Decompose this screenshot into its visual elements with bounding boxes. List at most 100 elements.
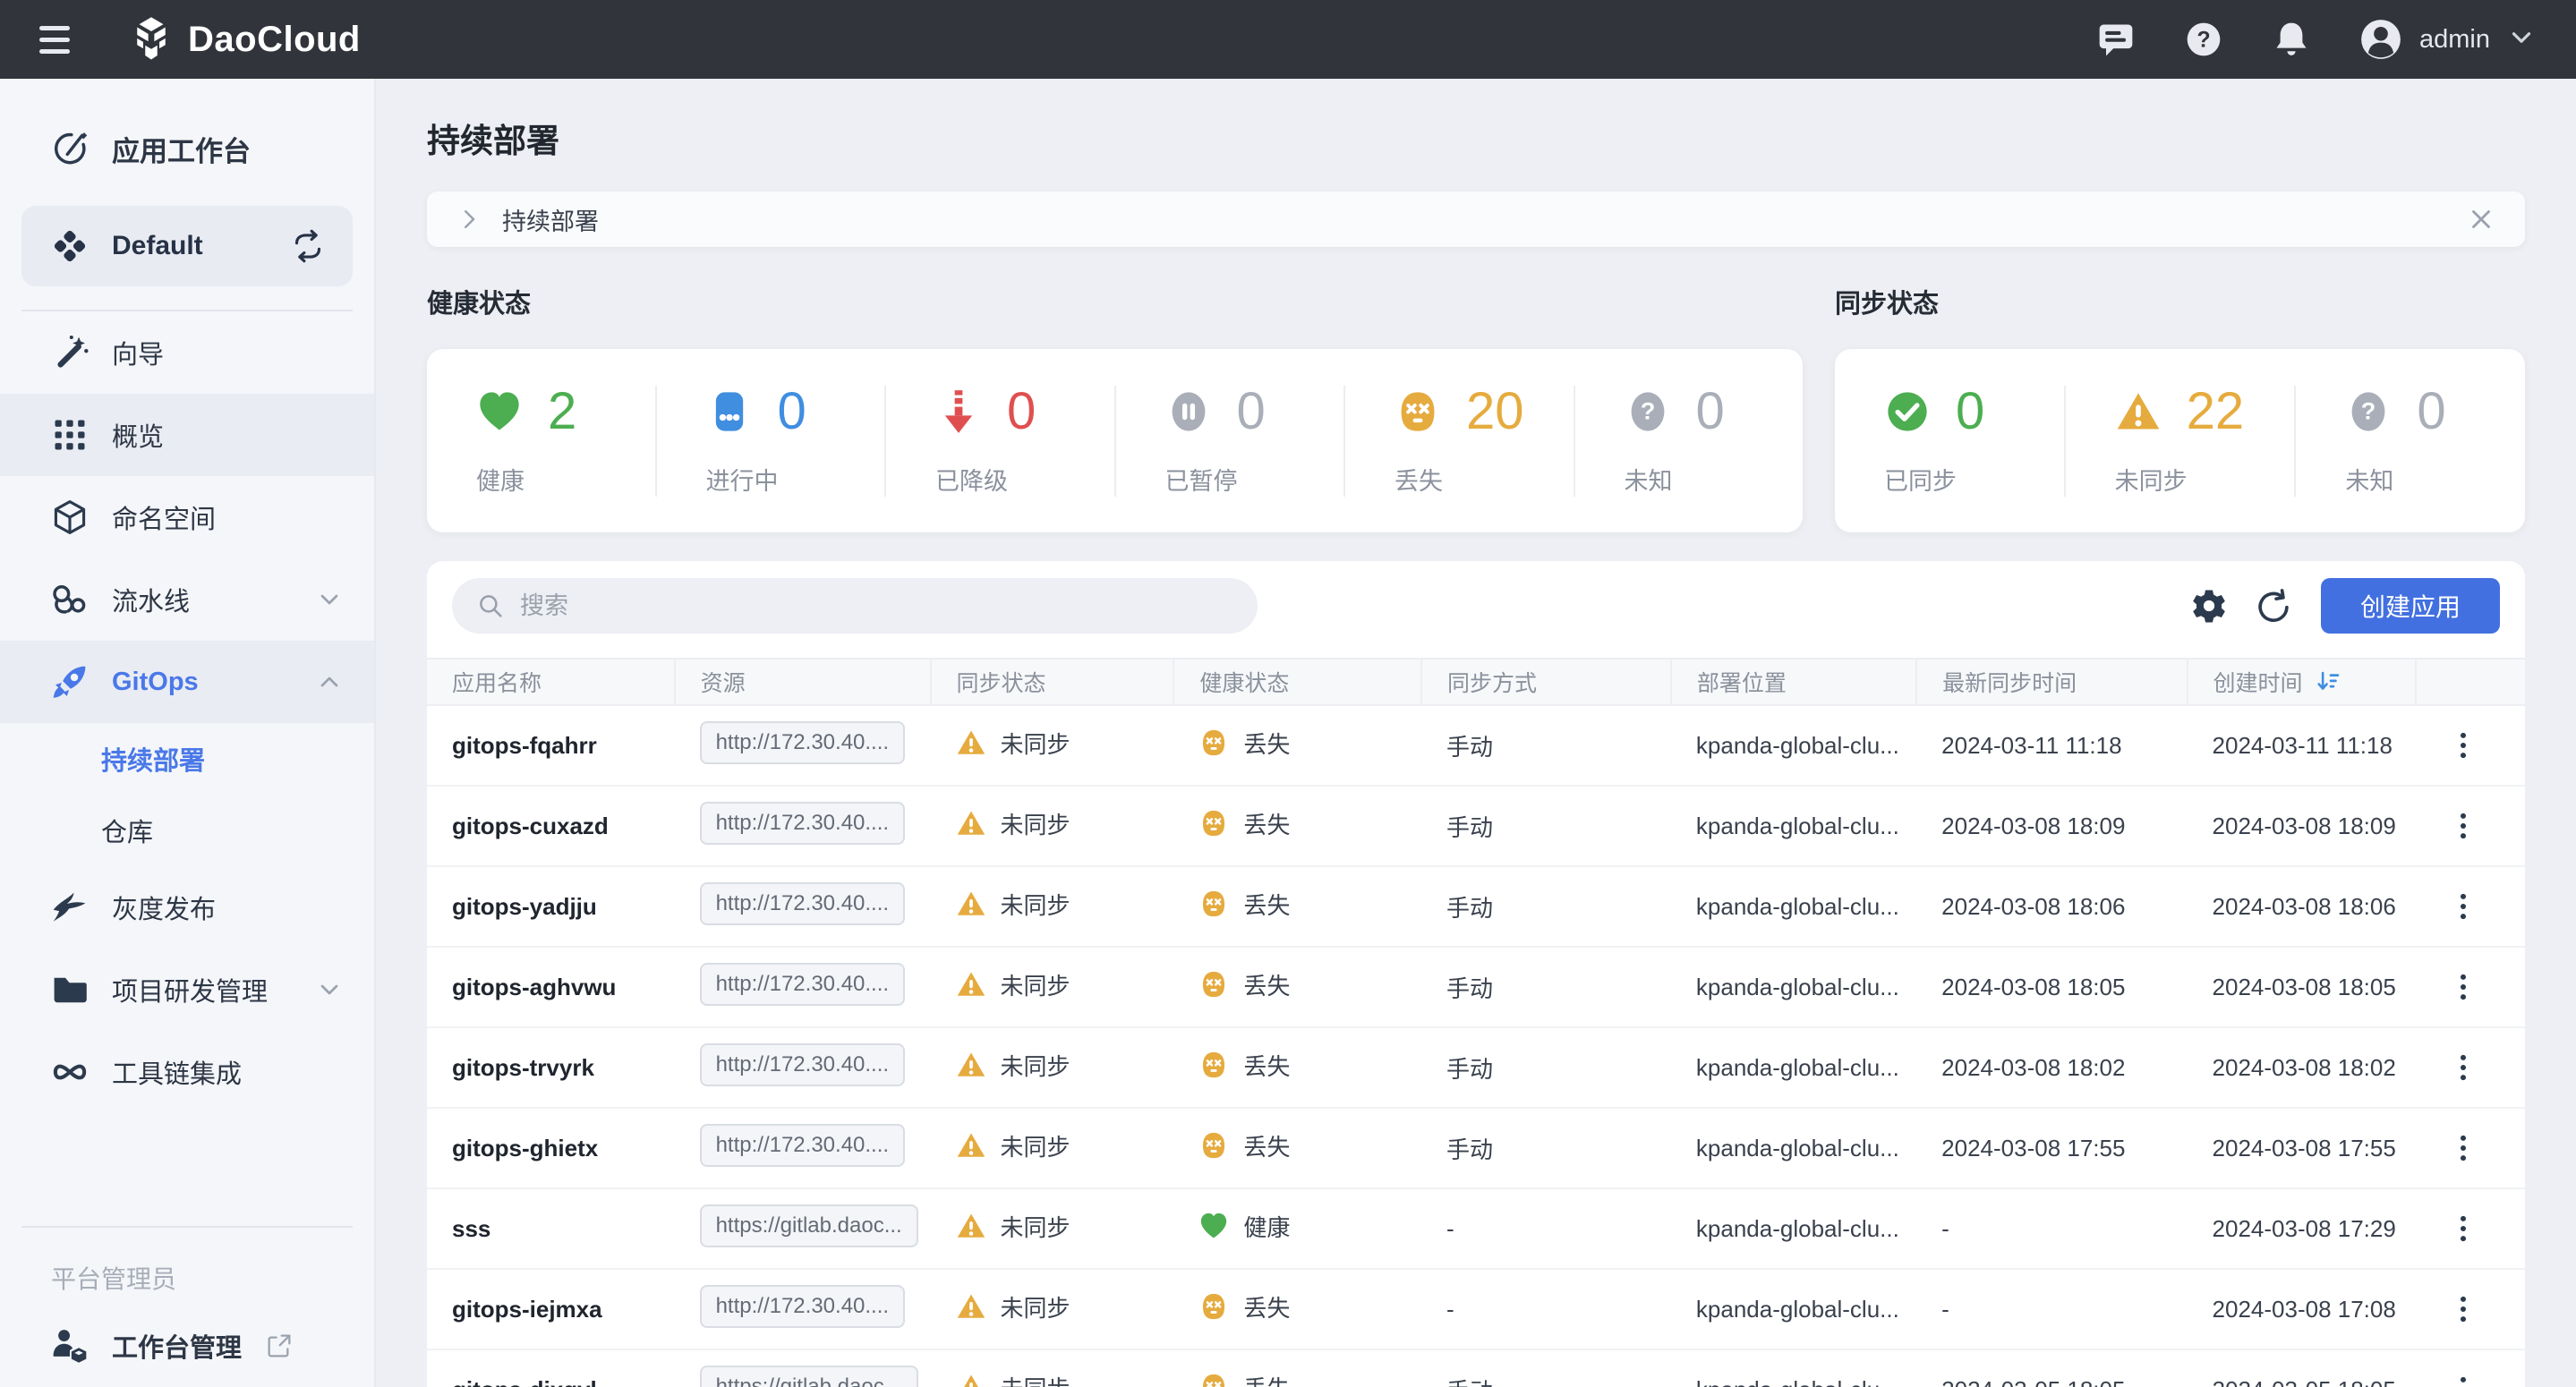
stat-进行中: 0进行中 <box>655 386 885 497</box>
sidebar-item-overview[interactable]: 概览 <box>0 394 374 476</box>
stat-label: 进行中 <box>706 462 885 497</box>
stat-value: 0 <box>2417 386 2445 438</box>
resource-chip: https://gitlab.daoc... <box>700 1204 918 1247</box>
resource-chip: http://172.30.40.... <box>700 802 905 845</box>
missing-icon <box>1395 388 1441 435</box>
workspace-selector[interactable]: Default <box>21 206 353 286</box>
deploy-location: kpanda-global-clu... <box>1671 1349 1916 1387</box>
username: admin <box>2419 25 2490 55</box>
deploy-location: kpanda-global-clu... <box>1671 1188 1916 1269</box>
row-actions-button[interactable] <box>2441 1206 2486 1251</box>
table-row: gitops-yadjjuhttp://172.30.40....未同步丢失手动… <box>427 866 2525 947</box>
refresh-icon <box>2255 587 2292 625</box>
app-name-link[interactable]: gitops-yadjju <box>452 893 597 920</box>
search-input[interactable] <box>520 592 1234 620</box>
row-actions-button[interactable] <box>2441 1045 2486 1090</box>
health-card: 2健康0进行中0已降级0已暂停20丢失?0未知 <box>427 349 1803 532</box>
column-header: 同步状态 <box>931 659 1174 705</box>
create-app-button[interactable]: 创建应用 <box>2321 578 2500 634</box>
row-actions-button[interactable] <box>2441 1126 2486 1170</box>
row-actions-button[interactable] <box>2441 804 2486 848</box>
sidebar-item-label: GitOps <box>112 668 199 697</box>
table-row: gitops-aghvwuhttp://172.30.40....未同步丢失手动… <box>427 947 2525 1027</box>
sidebar-item-continuous-deploy[interactable]: 持续部署 <box>0 723 374 795</box>
sidebar-item-toolchain[interactable]: 工具链集成 <box>0 1031 374 1113</box>
folder-icon <box>49 970 90 1009</box>
app-root: DaoCloud ? admin 应 <box>0 0 2576 1387</box>
stat-value: 0 <box>1237 386 1266 438</box>
table-row: gitops-cuxazdhttp://172.30.40....未同步丢失手动… <box>427 786 2525 866</box>
missing-icon <box>1198 889 1229 919</box>
deploy-location: kpanda-global-clu... <box>1671 1108 1916 1188</box>
missing-icon <box>1198 808 1229 838</box>
unknown-icon: ? <box>1625 388 1671 435</box>
table-row: ssshttps://gitlab.daoc...未同步健康-kpanda-gl… <box>427 1188 2525 1269</box>
row-actions-button[interactable] <box>2441 884 2486 929</box>
table-row: gitops-iejmxahttp://172.30.40....未同步丢失-k… <box>427 1269 2525 1349</box>
app-name-link[interactable]: sss <box>452 1215 490 1242</box>
swap-icon[interactable] <box>290 228 326 264</box>
row-actions-button[interactable] <box>2441 1287 2486 1332</box>
warning-icon <box>956 728 986 758</box>
menu-icon[interactable] <box>39 26 75 54</box>
message-icon[interactable] <box>2095 19 2137 60</box>
stat-label: 已降级 <box>935 462 1114 497</box>
chevron-down-icon <box>2506 22 2537 57</box>
refresh-button[interactable] <box>2248 580 2299 632</box>
sync-method: 手动 <box>1421 1108 1671 1188</box>
warning-icon <box>956 889 986 919</box>
sidebar-item-repos[interactable]: 仓库 <box>0 795 374 866</box>
column-header: 资源 <box>675 659 931 705</box>
sidebar-item-wizard[interactable]: 向导 <box>0 311 374 394</box>
grid-icon <box>49 415 90 455</box>
sort-desc-icon[interactable] <box>2316 668 2342 695</box>
applications-panel: 创建应用 应用名称资源同步状态健康状态同步方式部署位置最新同步时间创建时间 gi… <box>427 561 2525 1387</box>
stat-健康: 2健康 <box>427 386 655 497</box>
created-time: 2024-03-08 18:05 <box>2188 947 2416 1027</box>
missing-icon <box>1198 1050 1229 1080</box>
topbar-actions: ? admin <box>2095 17 2537 62</box>
health-status: 丢失 <box>1198 1049 1290 1082</box>
stat-label: 丢失 <box>1395 462 1574 497</box>
sidebar-item-pipelines[interactable]: 流水线 <box>0 558 374 641</box>
help-icon[interactable]: ? <box>2183 19 2224 60</box>
sync-status: 未同步 <box>956 807 1070 840</box>
resource-chip: http://172.30.40.... <box>700 882 905 925</box>
sidebar-item-project-dev-mgmt[interactable]: 项目研发管理 <box>0 949 374 1031</box>
missing-icon <box>1198 1130 1229 1161</box>
sync-status: 未同步 <box>956 1210 1070 1243</box>
svg-text:?: ? <box>2361 396 2376 424</box>
app-name-link[interactable]: gitops-ghietx <box>452 1135 598 1162</box>
sidebar-item-gitops[interactable]: GitOps <box>0 641 374 723</box>
bell-icon[interactable] <box>2271 19 2312 60</box>
created-time: 2024-03-08 18:09 <box>2188 786 2416 866</box>
warning-icon <box>956 1130 986 1161</box>
warning-icon <box>2115 388 2162 435</box>
sidebar-item-canary-release[interactable]: 灰度发布 <box>0 866 374 949</box>
sidebar-item-workbench-management[interactable]: 工作台管理 <box>0 1305 374 1387</box>
app-name-link[interactable]: gitops-trvyrk <box>452 1054 594 1081</box>
sync-method: 手动 <box>1421 786 1671 866</box>
degraded-icon <box>935 388 982 435</box>
brand-name: DaoCloud <box>188 20 361 60</box>
app-name-link[interactable]: gitops-aghvwu <box>452 974 616 1000</box>
created-time: 2024-03-08 18:06 <box>2188 866 2416 947</box>
user-menu[interactable]: admin <box>2358 17 2537 62</box>
row-actions-button[interactable] <box>2441 723 2486 768</box>
sidebar-item-label: 工具链集成 <box>112 1053 242 1091</box>
row-actions-button[interactable] <box>2441 965 2486 1009</box>
external-link-icon <box>265 1332 294 1360</box>
sidebar-item-app-workbench[interactable]: 应用工作台 <box>0 102 374 195</box>
sidebar-item-namespaces[interactable]: 命名空间 <box>0 476 374 558</box>
close-icon[interactable] <box>2466 204 2496 234</box>
settings-button[interactable] <box>2183 580 2235 632</box>
app-name-link[interactable]: gitops-cuxazd <box>452 813 609 839</box>
chevron-right-icon[interactable] <box>456 206 482 233</box>
stat-未知: ?0未知 <box>1574 386 1804 497</box>
app-name-link[interactable]: gitops-fqahrr <box>452 732 597 759</box>
app-name-link[interactable]: gitops-iejmxa <box>452 1296 602 1323</box>
row-actions-button[interactable] <box>2441 1367 2486 1387</box>
sidebar-nav: 应用工作台 Default 向导概览命名空间流水线 GitOps 持续部署仓库灰度发布项… <box>0 102 374 1113</box>
column-header: 健康状态 <box>1173 659 1421 705</box>
app-name-link[interactable]: gitops-dixgvl <box>452 1376 597 1387</box>
